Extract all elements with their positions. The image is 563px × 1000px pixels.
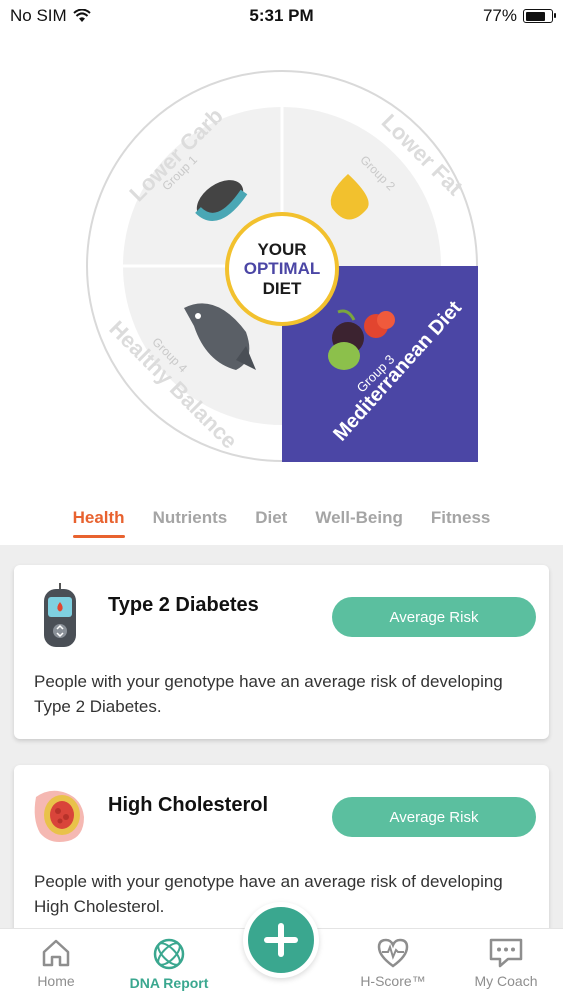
center-line-3: DIET [262,278,302,298]
risk-badge[interactable]: Average Risk [332,797,536,837]
center-line-1: YOUR [257,239,307,259]
plus-icon [264,923,298,957]
nav-label-home: Home [37,973,75,989]
center-line-2: OPTIMAL [243,259,321,279]
your-optimal-diet-badge: YOUR OPTIMAL DIET [225,212,339,326]
card-description: People with your genotype have an averag… [34,672,503,716]
battery-percent: 77% [482,6,517,25]
status-bar: No SIM 5:31 PM 77% [0,0,563,32]
tab-fitness[interactable]: Fitness [431,500,491,544]
health-card[interactable]: Type 2 Diabetes Average Risk People with… [14,565,549,739]
card-title: High Cholesterol [108,794,269,816]
nav-home[interactable]: Home [6,929,106,1000]
nav-label-h-score: H-Score™ [360,973,426,989]
battery-icon [523,9,556,23]
tab-health[interactable]: Health [72,500,125,544]
tab-well-being[interactable]: Well-Being [315,500,403,544]
nav-dna-report[interactable]: DNA Report [119,929,219,1000]
status-right: 77% [482,6,556,26]
nav-label-dna-report: DNA Report [129,975,209,991]
card-title: Type 2 Diabetes [108,594,259,616]
tab-nutrients[interactable]: Nutrients [153,500,228,544]
nav-label-my-coach: My Coach [474,973,538,989]
tab-diet[interactable]: Diet [255,500,287,544]
report-tabs: Health Nutrients Diet Well-Being Fitness [0,500,563,544]
health-report-list[interactable]: Type 2 Diabetes Average Risk People with… [0,545,563,930]
nav-my-coach[interactable]: My Coach [456,929,556,1000]
dna-icon [153,938,185,970]
risk-badge[interactable]: Average Risk [332,597,536,637]
heart-rate-icon [377,938,409,968]
artery-icon [34,790,84,842]
status-time: 5:31 PM [249,6,314,25]
glucose-meter-icon [44,583,76,647]
add-button[interactable] [243,902,319,978]
home-icon [42,939,70,967]
battery-level [525,11,545,21]
chat-icon [489,938,523,968]
nav-h-score[interactable]: H-Score™ [343,929,443,1000]
